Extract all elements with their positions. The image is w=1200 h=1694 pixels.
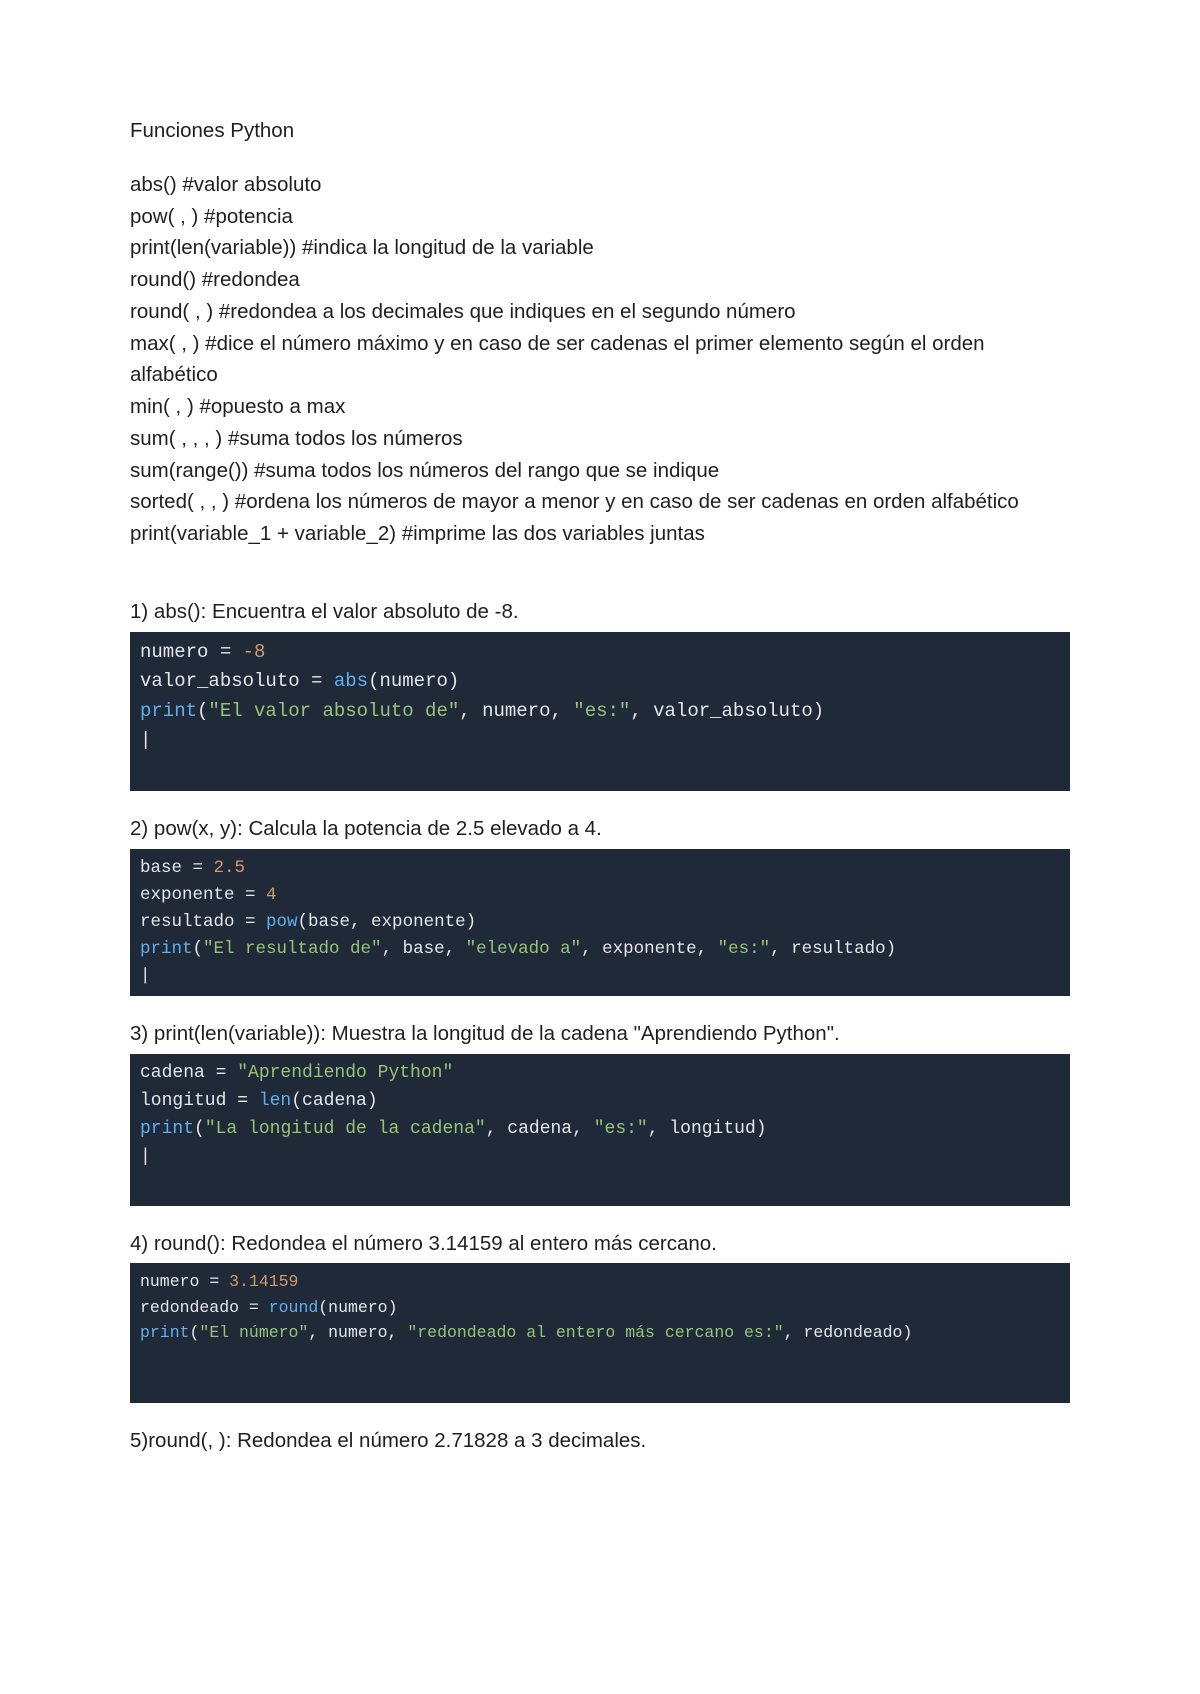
code-token: "El número" bbox=[199, 1323, 308, 1342]
code-token: round bbox=[269, 1298, 319, 1317]
code-token: 3.14159 bbox=[229, 1272, 298, 1291]
exercise-2-label: 2) pow(x, y): Calcula la potencia de 2.5… bbox=[130, 813, 1070, 845]
code-token: (cadena) bbox=[291, 1091, 377, 1111]
exercise-5-label: 5)round(, ): Redondea el número 2.71828 … bbox=[130, 1425, 1070, 1457]
code-token: exponente bbox=[140, 885, 235, 905]
code-token: ( bbox=[193, 939, 204, 959]
code-token: , exponente, bbox=[581, 939, 718, 959]
code-token: , resultado) bbox=[770, 939, 896, 959]
document-title: Funciones Python bbox=[130, 115, 1070, 147]
code-token: , longitud) bbox=[648, 1119, 767, 1139]
code-token: ( bbox=[197, 700, 208, 722]
note-line: print(len(variable)) #indica la longitud… bbox=[130, 232, 1070, 264]
exercise-1-label: 1) abs(): Encuentra el valor absoluto de… bbox=[130, 596, 1070, 628]
code-token: (numero) bbox=[368, 670, 459, 692]
note-line: print(variable_1 + variable_2) #imprime … bbox=[130, 518, 1070, 550]
cursor-icon: | bbox=[140, 729, 151, 751]
code-token: "es:" bbox=[594, 1119, 648, 1139]
code-token: print bbox=[140, 1323, 190, 1342]
note-line: sorted( , , ) #ordena los números de may… bbox=[130, 486, 1070, 518]
function-notes: abs() #valor absoluto pow( , ) #potencia… bbox=[130, 169, 1070, 550]
code-token: 2.5 bbox=[214, 858, 246, 878]
exercise-2-code: base = 2.5 exponente = 4 resultado = pow… bbox=[130, 849, 1070, 997]
code-token: = bbox=[239, 1298, 269, 1317]
exercise-4-code: numero = 3.14159 redondeado = round(nume… bbox=[130, 1263, 1070, 1403]
exercise-3-code: cadena = "Aprendiendo Python" longitud =… bbox=[130, 1054, 1070, 1205]
code-token: abs bbox=[334, 670, 368, 692]
code-token: (numero) bbox=[318, 1298, 397, 1317]
cursor-icon: | bbox=[140, 966, 151, 986]
code-token: numero bbox=[140, 641, 208, 663]
note-line: sum( , , , ) #suma todos los números bbox=[130, 423, 1070, 455]
code-token: ( bbox=[194, 1119, 205, 1139]
code-token: "La longitud de la cadena" bbox=[205, 1119, 486, 1139]
document-page: Funciones Python abs() #valor absoluto p… bbox=[0, 0, 1200, 1541]
code-token: = bbox=[205, 1063, 237, 1083]
code-token: = bbox=[199, 1272, 229, 1291]
code-token: = bbox=[300, 670, 334, 692]
note-line: pow( , ) #potencia bbox=[130, 201, 1070, 233]
code-token: = bbox=[208, 641, 242, 663]
code-token: base bbox=[140, 858, 182, 878]
code-token: cadena bbox=[140, 1063, 205, 1083]
code-token: numero bbox=[140, 1272, 199, 1291]
code-token: (base, exponente) bbox=[298, 912, 477, 932]
code-token: = bbox=[235, 885, 267, 905]
code-token: valor_absoluto bbox=[140, 670, 300, 692]
code-token: print bbox=[140, 700, 197, 722]
code-token: "redondeado al entero más cercano es:" bbox=[407, 1323, 783, 1342]
code-token: , numero, bbox=[459, 700, 573, 722]
code-token: 4 bbox=[266, 885, 277, 905]
code-token: resultado bbox=[140, 912, 235, 932]
exercise-3-label: 3) print(len(variable)): Muestra la long… bbox=[130, 1018, 1070, 1050]
code-token: "El resultado de" bbox=[203, 939, 382, 959]
code-token: pow bbox=[266, 912, 298, 932]
exercise-1-code: numero = -8 valor_absoluto = abs(numero)… bbox=[130, 632, 1070, 791]
code-token: = bbox=[182, 858, 214, 878]
code-token: "El valor absoluto de" bbox=[208, 700, 459, 722]
code-token: , cadena, bbox=[486, 1119, 594, 1139]
note-line: max( , ) #dice el número máximo y en cas… bbox=[130, 328, 1070, 392]
code-token: = bbox=[235, 912, 267, 932]
code-token: "es:" bbox=[573, 700, 630, 722]
code-token: "es:" bbox=[718, 939, 771, 959]
note-line: round() #redondea bbox=[130, 264, 1070, 296]
code-token: ( bbox=[190, 1323, 200, 1342]
code-token: longitud bbox=[140, 1091, 226, 1111]
code-token: , base, bbox=[382, 939, 466, 959]
code-token: -8 bbox=[243, 641, 266, 663]
code-token: "elevado a" bbox=[466, 939, 582, 959]
code-token: , redondeado) bbox=[784, 1323, 913, 1342]
note-line: abs() #valor absoluto bbox=[130, 169, 1070, 201]
code-token: , valor_absoluto) bbox=[630, 700, 824, 722]
exercise-4-label: 4) round(): Redondea el número 3.14159 a… bbox=[130, 1228, 1070, 1260]
note-line: sum(range()) #suma todos los números del… bbox=[130, 455, 1070, 487]
note-line: min( , ) #opuesto a max bbox=[130, 391, 1070, 423]
code-token: "Aprendiendo Python" bbox=[237, 1063, 453, 1083]
note-line: round( , ) #redondea a los decimales que… bbox=[130, 296, 1070, 328]
code-token: = bbox=[226, 1091, 258, 1111]
cursor-icon: | bbox=[140, 1147, 151, 1167]
code-token: print bbox=[140, 939, 193, 959]
code-token: len bbox=[259, 1091, 291, 1111]
code-token: print bbox=[140, 1119, 194, 1139]
code-token: , numero, bbox=[308, 1323, 407, 1342]
code-token: redondeado bbox=[140, 1298, 239, 1317]
